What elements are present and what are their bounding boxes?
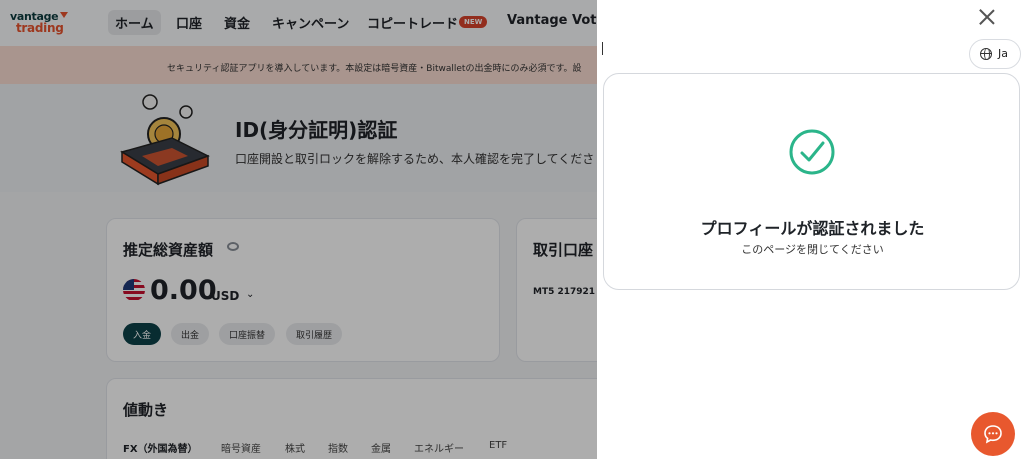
verification-panel: Ja プロフィールが認証されました このページを閉じてください (597, 0, 1024, 459)
globe-icon (980, 48, 992, 60)
chat-bubble-icon (984, 425, 1002, 444)
verified-status-card: プロフィールが認証されました このページを閉じてください (603, 73, 1020, 290)
language-button[interactable]: Ja (969, 39, 1021, 69)
chat-button[interactable] (971, 412, 1015, 456)
verified-title: プロフィールが認証されました (700, 219, 925, 238)
text-cursor (602, 42, 603, 55)
verified-subtitle: このページを閉じてください (741, 243, 884, 256)
modal-overlay[interactable] (0, 0, 597, 459)
check-circle-icon (789, 129, 835, 175)
language-label: Ja (998, 47, 1008, 60)
close-icon[interactable] (977, 7, 997, 27)
